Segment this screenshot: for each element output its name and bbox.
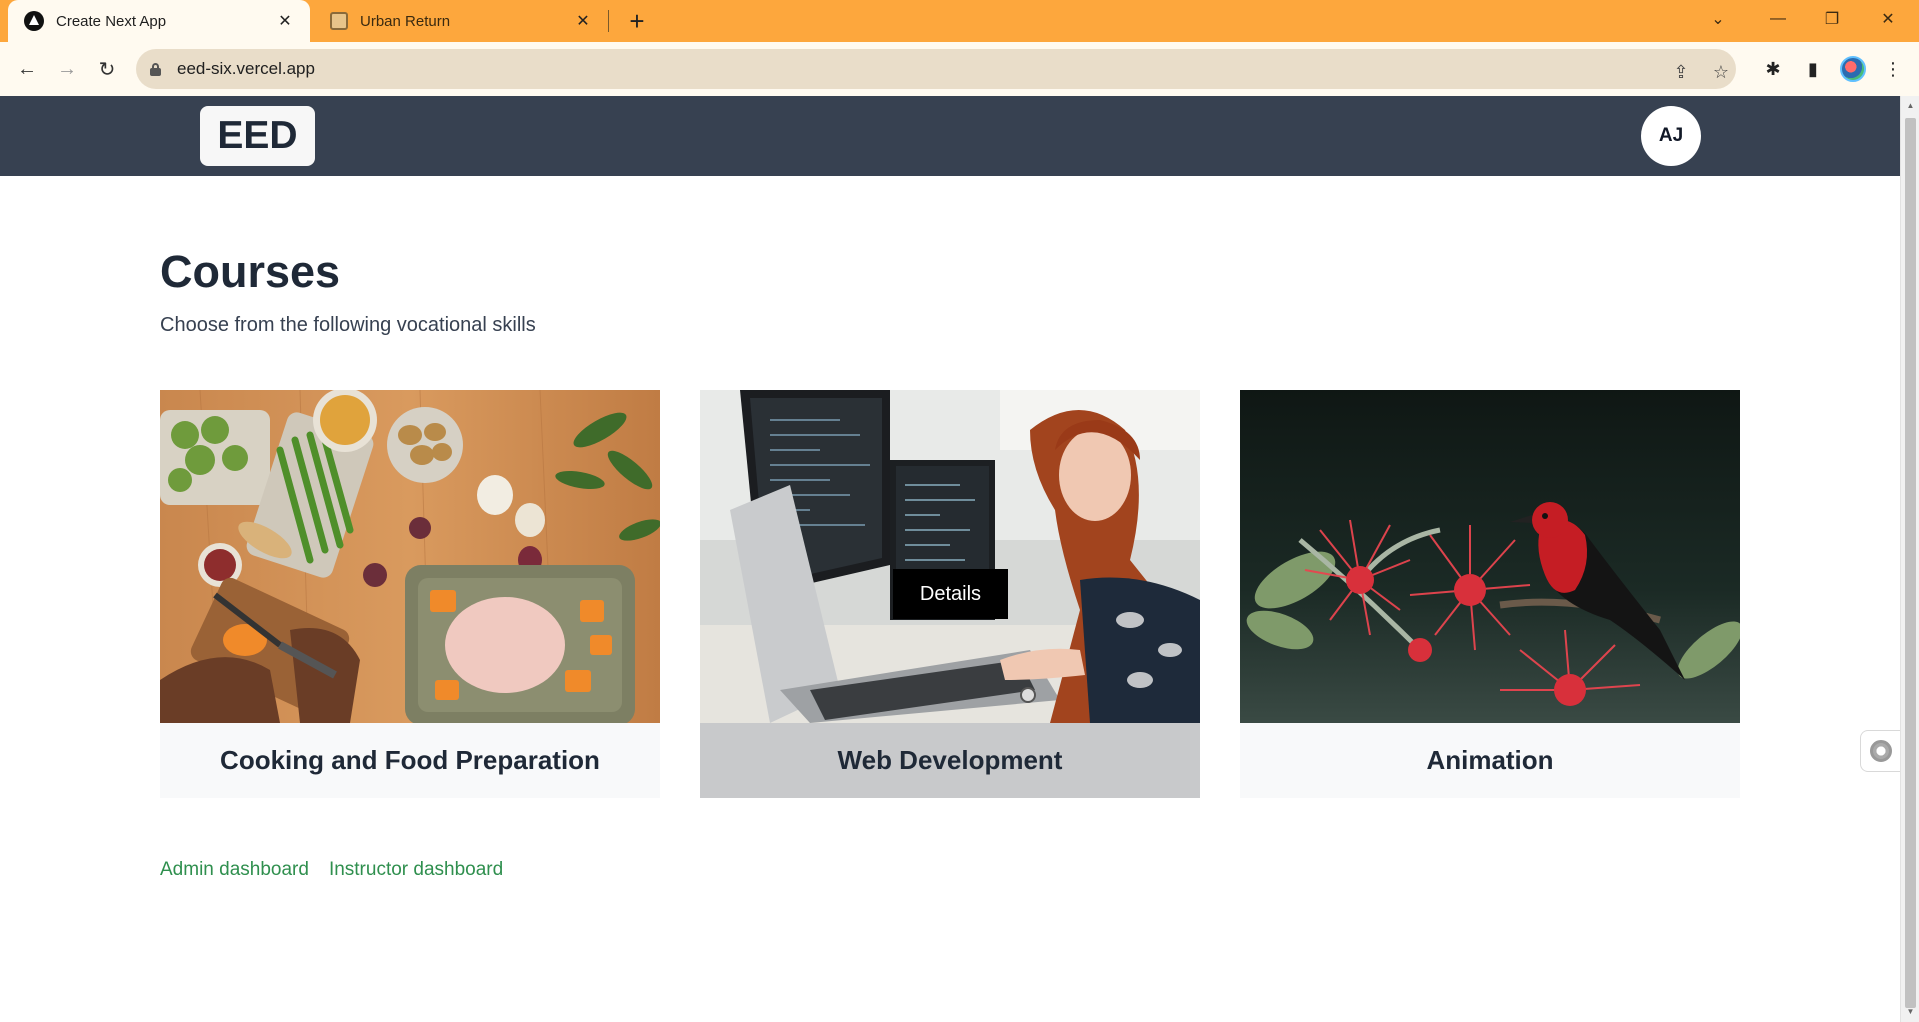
lock-icon: [150, 62, 161, 76]
admin-dashboard-link[interactable]: Admin dashboard: [160, 859, 309, 881]
restore-button[interactable]: ❐: [1810, 4, 1854, 34]
tab-title: Create Next App: [56, 12, 167, 30]
side-panel-icon[interactable]: ▮: [1800, 56, 1826, 82]
tab-create-next-app[interactable]: Create Next App ✕: [8, 0, 310, 42]
details-button[interactable]: Details: [893, 569, 1008, 619]
menu-icon[interactable]: ⋮: [1880, 56, 1906, 82]
site-logo[interactable]: EED: [200, 106, 315, 166]
bird-flower-photo: [1240, 390, 1740, 723]
scroll-down-arrow[interactable]: ▼: [1901, 1004, 1919, 1018]
page-viewport: EED AJ Courses Choose from the following…: [0, 96, 1900, 1022]
forward-button[interactable]: →: [52, 54, 82, 84]
course-card-animation[interactable]: Animation: [1240, 390, 1740, 798]
tab-title: Urban Return: [360, 12, 451, 30]
bookmark-star-icon[interactable]: ☆: [1708, 59, 1734, 85]
widget-icon: [1869, 740, 1892, 762]
floating-widget-button[interactable]: [1860, 730, 1900, 772]
tab-separator: [608, 10, 609, 32]
site-header: EED AJ: [0, 96, 1900, 176]
course-title: Cooking and Food Preparation: [220, 745, 600, 775]
page-title: Courses: [160, 246, 341, 297]
course-card-web-development[interactable]: Details Web Development: [700, 390, 1200, 798]
back-button[interactable]: ←: [12, 54, 42, 84]
browser-tab-bar: Create Next App ✕ Urban Return ✕ + ⌄ — ❐…: [0, 0, 1919, 42]
nextjs-icon: [24, 11, 44, 31]
course-card-cooking[interactable]: Cooking and Food Preparation: [160, 390, 660, 798]
course-title: Animation: [1426, 745, 1554, 775]
cooking-photo: [160, 390, 660, 723]
web-development-photo: Details: [700, 390, 1200, 723]
minimize-button[interactable]: —: [1756, 4, 1800, 34]
url-text: eed-six.vercel.app: [177, 59, 315, 78]
new-tab-button[interactable]: +: [622, 6, 652, 36]
course-title: Web Development: [837, 745, 1063, 775]
instructor-dashboard-link[interactable]: Instructor dashboard: [329, 859, 503, 881]
tab-urban-return[interactable]: Urban Return ✕: [318, 0, 608, 42]
address-bar[interactable]: eed-six.vercel.app ⇪ ☆: [136, 49, 1736, 89]
profile-avatar-icon[interactable]: [1840, 56, 1866, 82]
close-tab-icon[interactable]: ✕: [274, 10, 296, 32]
scroll-up-arrow[interactable]: ▲: [1901, 98, 1919, 112]
user-avatar[interactable]: AJ: [1641, 106, 1701, 166]
close-window-button[interactable]: ✕: [1866, 4, 1910, 34]
browser-toolbar: ← → ↻ eed-six.vercel.app ⇪ ☆ ✱ ▮ ⋮: [0, 42, 1919, 96]
extensions-icon[interactable]: ✱: [1760, 56, 1786, 82]
page-scrollbar[interactable]: ▲ ▼: [1900, 96, 1919, 1022]
page-subtitle: Choose from the following vocational ski…: [160, 314, 536, 336]
share-icon[interactable]: ⇪: [1668, 59, 1694, 85]
close-tab-icon[interactable]: ✕: [572, 10, 594, 32]
urban-return-icon: [330, 12, 348, 30]
tab-search-icon[interactable]: ⌄: [1696, 4, 1740, 34]
reload-button[interactable]: ↻: [92, 54, 122, 84]
dashboard-links: Admin dashboard Instructor dashboard: [160, 859, 503, 881]
scroll-thumb[interactable]: [1905, 118, 1916, 1008]
